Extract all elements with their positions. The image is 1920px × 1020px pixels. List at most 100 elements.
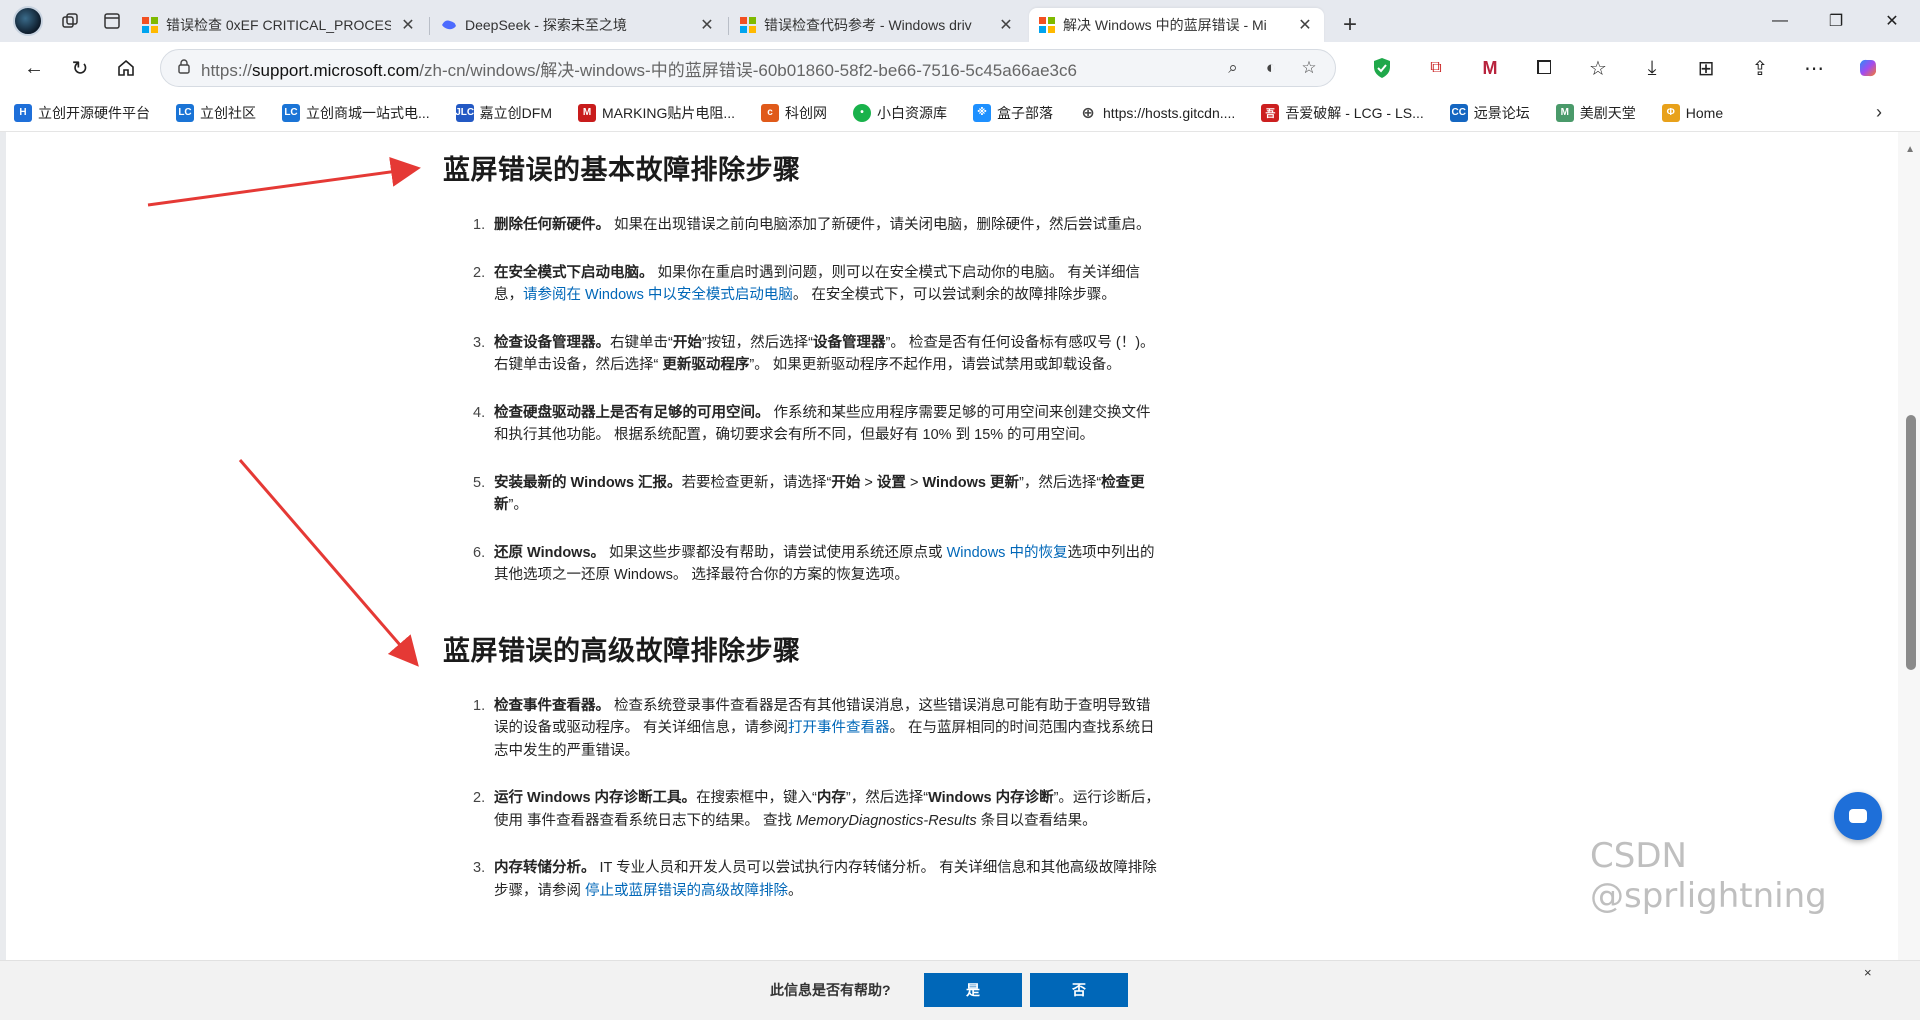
extensions-puzzle-icon[interactable]: ⧠: [1524, 48, 1564, 88]
step-link[interactable]: Windows 中的恢复: [947, 545, 1068, 561]
step-item: 4. 检查硬盘驱动器上是否有足够的可用空间。 作系统和某些应用程序需要足够的可用空…: [443, 402, 1163, 447]
step-bold: 还原 Windows。: [494, 544, 606, 561]
lock-icon[interactable]: [177, 58, 191, 78]
step-bold3: 设备管理器: [813, 334, 886, 351]
feedback-yes-button[interactable]: 是: [924, 973, 1022, 1007]
step-text: 右键单击“: [610, 334, 673, 351]
step-bold: 在安全模式下启动电脑。: [494, 264, 654, 281]
step-bold4: 更新驱动程序: [658, 357, 750, 373]
workspaces-icon[interactable]: [54, 5, 86, 37]
step-item: 1. 删除任何新硬件。 如果在出现错误之前向电脑添加了新硬件，请关闭电脑，删除硬件…: [443, 214, 1163, 237]
feedback-close-icon[interactable]: ×: [1864, 965, 1872, 980]
step-bold2: 内存: [816, 790, 846, 806]
bookmark-item[interactable]: c 科创网: [761, 103, 827, 123]
step-item: 1. 检查事件查看器。 检查系统登录事件查看器是否有其他错误消息，这些错误消息可能…: [443, 695, 1163, 763]
step-tail: 。 在安全模式下，可以尝试剩余的故障排除步骤。: [792, 287, 1116, 303]
box-icon: ※: [973, 103, 992, 122]
step-num: 3.: [473, 334, 486, 351]
bookmark-item[interactable]: ※ 盒子部落: [973, 103, 1053, 123]
bookmark-item[interactable]: LC 立创社区: [176, 103, 256, 123]
step-num: 4.: [473, 404, 486, 421]
minimize-icon[interactable]: —: [1752, 0, 1808, 42]
step-num: 6.: [473, 544, 486, 561]
vertical-tabs-icon[interactable]: [96, 5, 128, 37]
scroll-up-icon[interactable]: ▲: [1905, 144, 1915, 155]
favorite-star-icon[interactable]: ☆: [1295, 58, 1323, 78]
wechat-icon: •: [853, 103, 872, 122]
bookmark-label: 远景论坛: [1473, 104, 1530, 121]
scrollbar-thumb[interactable]: [1906, 415, 1916, 670]
bookmark-item[interactable]: 吾吾爱破解 - LCG - LS...: [1261, 103, 1424, 123]
section-heading-basic: 蓝屏错误的基本故障排除步骤: [443, 155, 801, 185]
bookmark-item[interactable]: CC 远景论坛: [1449, 103, 1530, 123]
bookmark-label: 吾爱破解 - LCG - LS...: [1285, 104, 1424, 121]
zoom-icon[interactable]: ⌕: [1219, 58, 1247, 78]
step-text: 若要检查更新，请选择“: [681, 474, 832, 491]
step-link[interactable]: 打开事件查看器: [788, 720, 890, 736]
back-icon[interactable]: ←: [14, 48, 54, 88]
close-tab-icon[interactable]: ✕: [399, 15, 417, 35]
watermark: CSDN @sprlightning: [1590, 836, 1827, 916]
step-link[interactable]: 请参阅在 Windows 中以安全模式启动电脑: [523, 287, 793, 303]
step-bold: 删除任何新硬件。: [494, 217, 610, 233]
step-bold4: Windows 更新: [922, 474, 1019, 491]
step-item: 3. 内存转储分析。 IT 专业人员和开发人员可以尝试执行内存转储分析。 有关详细…: [443, 857, 1163, 902]
bookmark-label: 小白资源库: [877, 104, 948, 121]
share-icon[interactable]: ⇪: [1740, 48, 1780, 88]
bookmark-item[interactable]: ⊕ https://hosts.gitcdn....: [1079, 104, 1235, 122]
copilot-icon[interactable]: [1848, 48, 1888, 88]
close-window-icon[interactable]: ✕: [1864, 0, 1920, 42]
adblock-shield-icon[interactable]: [1362, 48, 1402, 88]
step-tail: ”，然后选择“: [1018, 474, 1102, 491]
lc-icon: LC: [282, 103, 300, 122]
close-tab-icon[interactable]: ✕: [698, 15, 716, 35]
profile-avatar[interactable]: [12, 5, 44, 37]
step-link[interactable]: 停止或蓝屏错误的高级故障排除: [585, 883, 788, 899]
restore-icon[interactable]: ❐: [1808, 0, 1864, 42]
step-item: 6. 还原 Windows。 如果这些步骤都没有帮助，请尝试使用系统还原点或 Wi…: [443, 542, 1163, 587]
tab-bsod-fix[interactable]: 解决 Windows 中的蓝屏错误 - Mi ✕: [1029, 8, 1324, 42]
bookmark-item[interactable]: Φ Home: [1661, 103, 1723, 122]
tab-deepseek[interactable]: DeepSeek - 探索未至之境 ✕: [431, 8, 729, 42]
step-item: 5. 安装最新的 Windows 汇报。若要检查更新，请选择“开始 > 设置 > …: [443, 472, 1163, 517]
step-item: 2. 运行 Windows 内存诊断工具。在搜索框中，键入“内存”，然后选择“Wi…: [443, 787, 1163, 832]
bookmark-item[interactable]: M 美剧天堂: [1555, 103, 1636, 123]
home-icon[interactable]: [106, 48, 146, 88]
feedback-no-button[interactable]: 否: [1030, 973, 1128, 1007]
bookmark-label: 美剧天堂: [1579, 104, 1636, 121]
tab-label: 错误检查 0xEF CRITICAL_PROCESS: [166, 17, 391, 33]
extension-m-icon[interactable]: M: [1470, 48, 1510, 88]
translate-icon[interactable]: ⧉: [1416, 48, 1456, 88]
bookmark-item[interactable]: H 立创开源硬件平台: [14, 103, 150, 123]
step-tail: ”。 如果更新驱动程序不起作用，请尝试禁用或卸载设备。: [749, 357, 1121, 373]
close-tab-icon[interactable]: ✕: [997, 15, 1015, 35]
step-bold: 运行 Windows 内存诊断工具。: [494, 790, 697, 806]
more-menu-icon[interactable]: ⋯: [1794, 48, 1834, 88]
bookmark-item[interactable]: • 小白资源库: [853, 103, 947, 123]
tab-bugcheck-reference[interactable]: 错误检查代码参考 - Windows driv ✕: [730, 8, 1025, 42]
url-text[interactable]: https://support.microsoft.com/zh-cn/wind…: [201, 56, 1209, 81]
microsoft-logo-icon: [142, 17, 158, 33]
edge-refresh-icon[interactable]: ◐: [1257, 58, 1285, 78]
advanced-steps-list: 1. 检查事件查看器。 检查系统登录事件查看器是否有其他错误消息，这些错误消息可能…: [443, 695, 1163, 903]
close-tab-icon[interactable]: ✕: [1296, 15, 1314, 35]
bookmarks-overflow-icon[interactable]: ›: [1876, 102, 1882, 123]
step-tail2: ”。: [508, 497, 528, 513]
support-chat-button[interactable]: [1834, 792, 1882, 840]
favorites-icon[interactable]: ☆: [1578, 48, 1618, 88]
bookmark-item[interactable]: JLC 嘉立创DFM: [455, 103, 552, 123]
downloads-icon[interactable]: ⤓: [1632, 48, 1672, 88]
new-tab-button[interactable]: +: [1332, 8, 1368, 42]
feedback-bar: 此信息是否有帮助? 是 否 ×: [0, 960, 1920, 1020]
tab-bugcheck-0xef[interactable]: 错误检查 0xEF CRITICAL_PROCESS ✕: [132, 8, 430, 42]
address-bar[interactable]: https://support.microsoft.com/zh-cn/wind…: [160, 49, 1336, 87]
step-bold3: Windows 内存诊断: [928, 790, 1054, 806]
step-text: 在搜索框中，键入“: [696, 790, 817, 806]
step-text3: >: [905, 474, 923, 491]
bookmark-label: https://hosts.gitcdn....: [1103, 104, 1236, 121]
collections-icon[interactable]: ⊞: [1686, 48, 1726, 88]
tab-label: 解决 Windows 中的蓝屏错误 - Mi: [1063, 17, 1267, 33]
bookmark-item[interactable]: LC 立创商城一站式电...: [282, 103, 430, 123]
refresh-icon[interactable]: ↻: [60, 48, 100, 88]
bookmark-item[interactable]: M MARKING贴片电阻...: [578, 103, 735, 123]
